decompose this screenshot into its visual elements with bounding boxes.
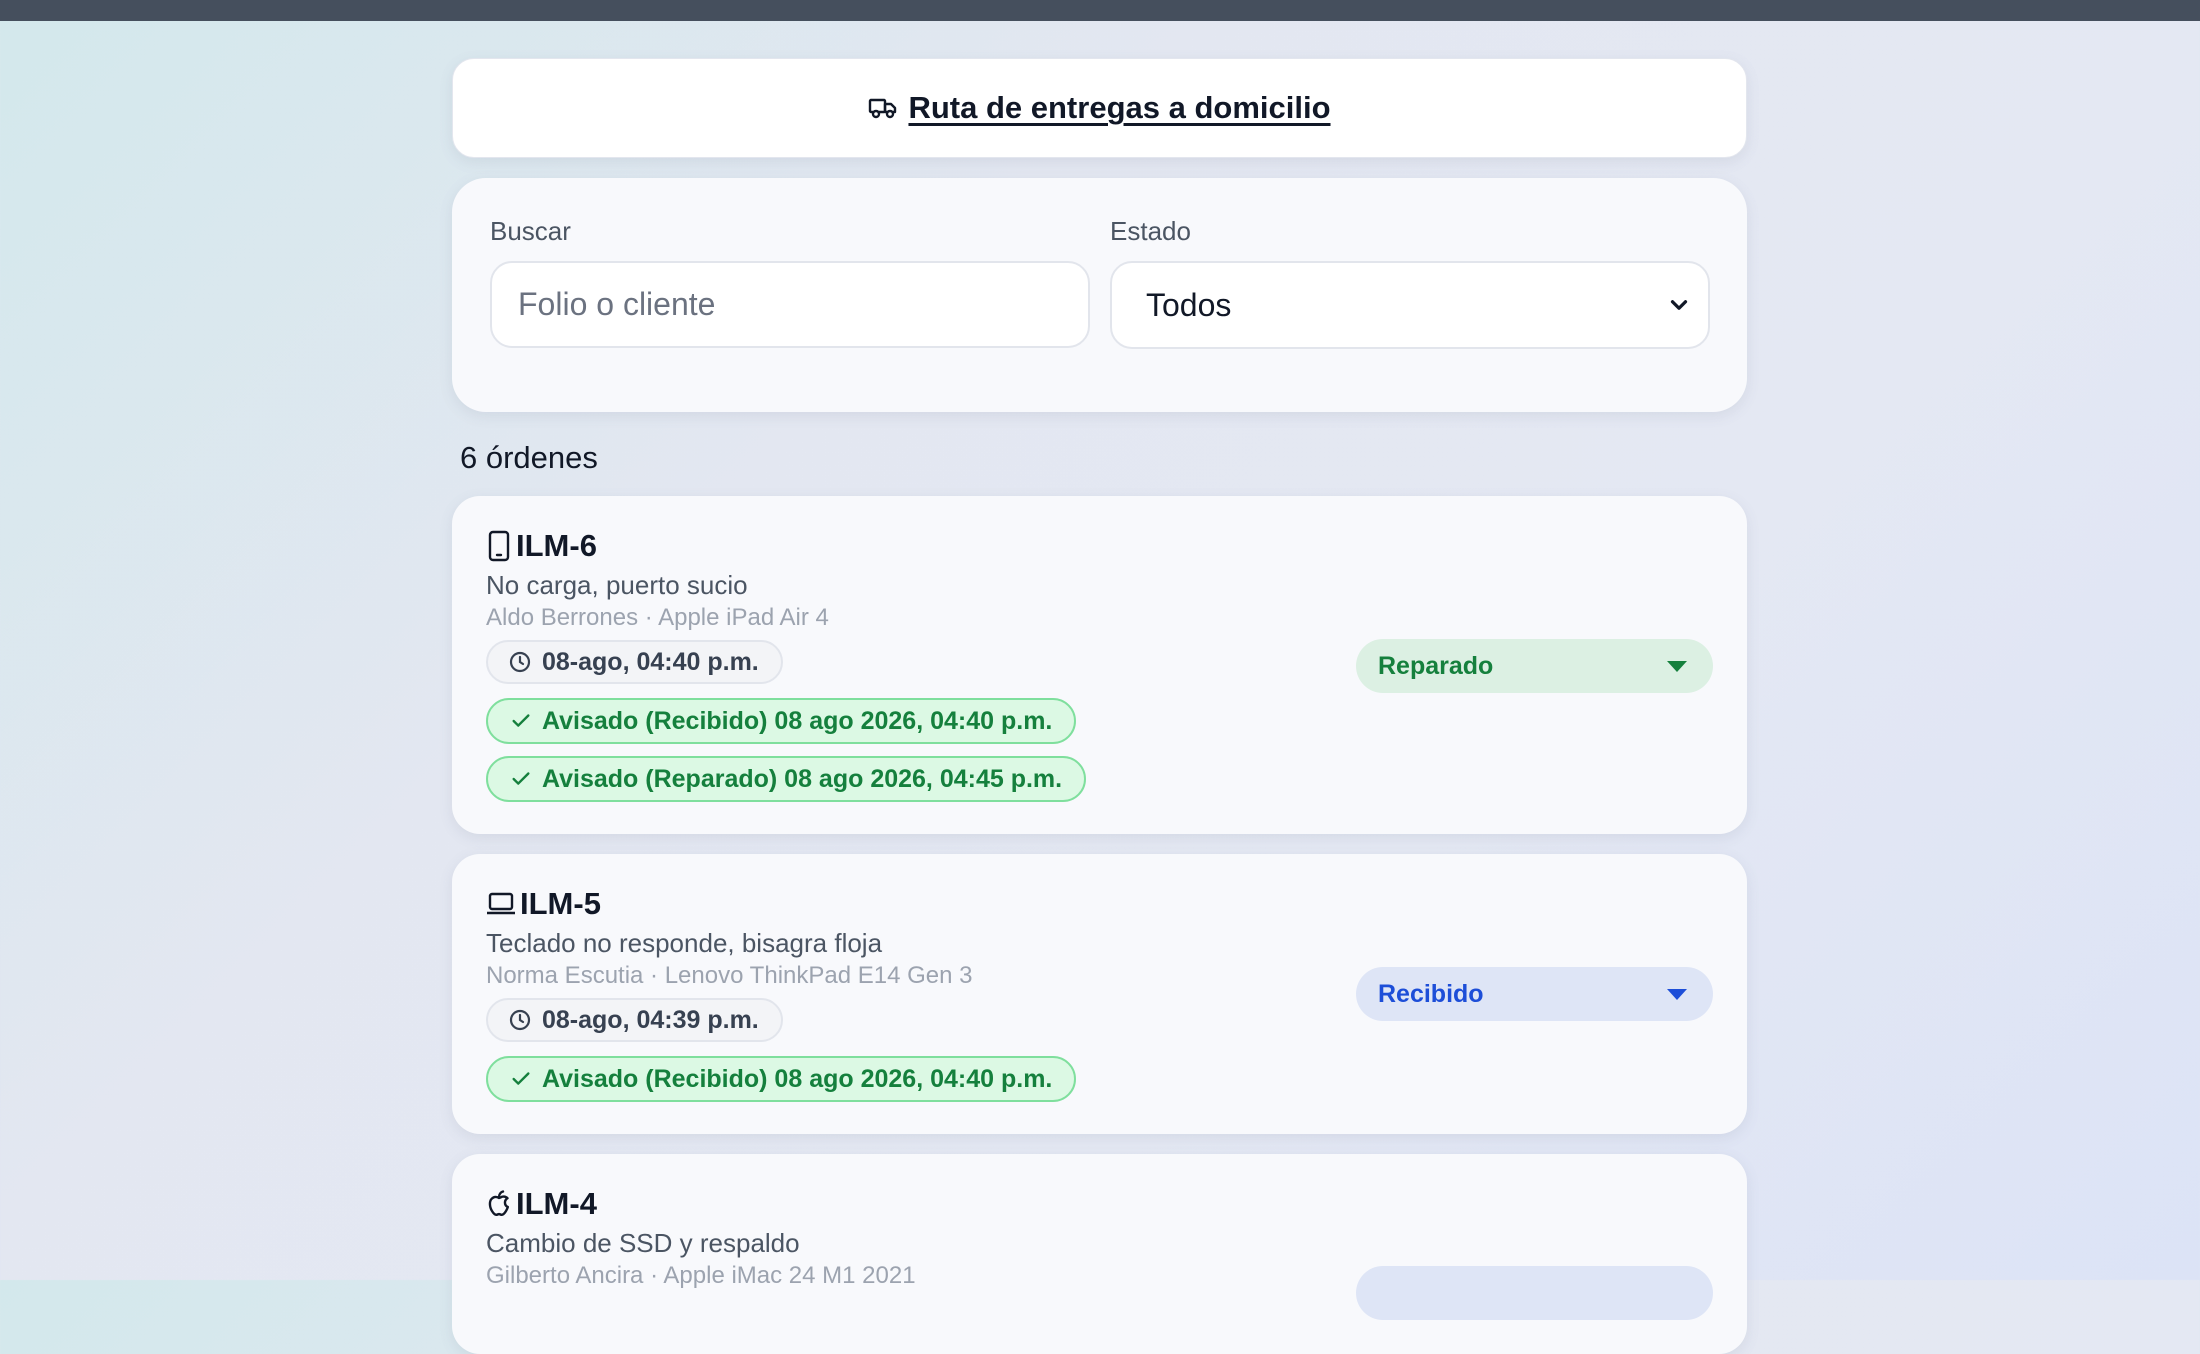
order-customer-device: Norma Escutia · Lenovo ThinkPad E14 Gen … [486,962,973,989]
notice-text: Avisado (Reparado) 08 ago 2026, 04:45 p.… [542,764,1063,793]
apple-icon [486,1189,512,1219]
delivery-route-link[interactable]: Ruta de entregas a domicilio [868,90,1331,126]
check-icon [510,710,532,732]
order-card[interactable]: ILM-4 Cambio de SSD y respaldo Gilberto … [452,1154,1747,1354]
order-card[interactable]: ILM-6 No carga, puerto sucio Aldo Berron… [452,496,1747,834]
tablet-icon [486,530,512,562]
search-label: Buscar [490,216,571,246]
order-folio: ILM-6 [516,528,597,563]
filters-card: Buscar Estado Todos [452,178,1747,412]
order-status-select[interactable]: Reparado [1356,639,1713,693]
check-icon [510,1068,532,1090]
clock-icon [508,650,532,674]
header-title[interactable]: Ruta de entregas a domicilio [908,90,1330,126]
order-customer-device: Aldo Berrones · Apple iPad Air 4 [486,604,829,631]
notice-text: Avisado (Recibido) 08 ago 2026, 04:40 p.… [542,1064,1053,1093]
order-time-badge: 08-ago, 04:40 p.m. [486,640,783,684]
order-description: Cambio de SSD y respaldo [486,1228,800,1258]
notice-badge: Avisado (Recibido) 08 ago 2026, 04:40 p.… [486,1056,1077,1102]
clock-icon [508,1008,532,1032]
caret-down-icon [1667,988,1687,1000]
order-title: ILM-5 [486,886,601,922]
check-icon [510,768,532,790]
caret-down-icon [1667,660,1687,672]
order-count: 6 órdenes [460,440,598,475]
status-filter-value: Todos [1146,286,1232,323]
order-folio: ILM-5 [520,886,601,921]
order-time: 08-ago, 04:39 p.m. [542,1005,759,1034]
order-description: Teclado no responde, bisagra floja [486,928,883,958]
header-card: Ruta de entregas a domicilio [452,58,1747,158]
order-time-badge: 08-ago, 04:39 p.m. [486,998,783,1042]
status-filter-select[interactable]: Todos [1110,261,1710,349]
order-status-value: Recibido [1378,979,1484,1008]
order-title: ILM-4 [486,1186,597,1222]
notice-text: Avisado (Recibido) 08 ago 2026, 04:40 p.… [542,706,1053,735]
notice-badge: Avisado (Reparado) 08 ago 2026, 04:45 p.… [486,756,1087,802]
search-input[interactable] [490,261,1090,348]
laptop-icon [486,890,516,918]
order-customer-device: Gilberto Ancira · Apple iMac 24 M1 2021 [486,1262,916,1289]
chevron-down-icon [1666,292,1692,318]
order-folio: ILM-4 [516,1186,597,1221]
order-title: ILM-6 [486,528,597,564]
order-time: 08-ago, 04:40 p.m. [542,647,759,676]
order-description: No carga, puerto sucio [486,570,748,600]
order-status-value: Reparado [1378,651,1494,680]
truck-icon [868,96,898,120]
order-status-select[interactable]: Recibido [1356,967,1713,1021]
notice-badge: Avisado (Recibido) 08 ago 2026, 04:40 p.… [486,698,1077,744]
status-filter-label: Estado [1110,216,1191,246]
browser-top-bar [0,0,2200,21]
order-status-select[interactable] [1356,1266,1713,1320]
order-card[interactable]: ILM-5 Teclado no responde, bisagra floja… [452,854,1747,1134]
